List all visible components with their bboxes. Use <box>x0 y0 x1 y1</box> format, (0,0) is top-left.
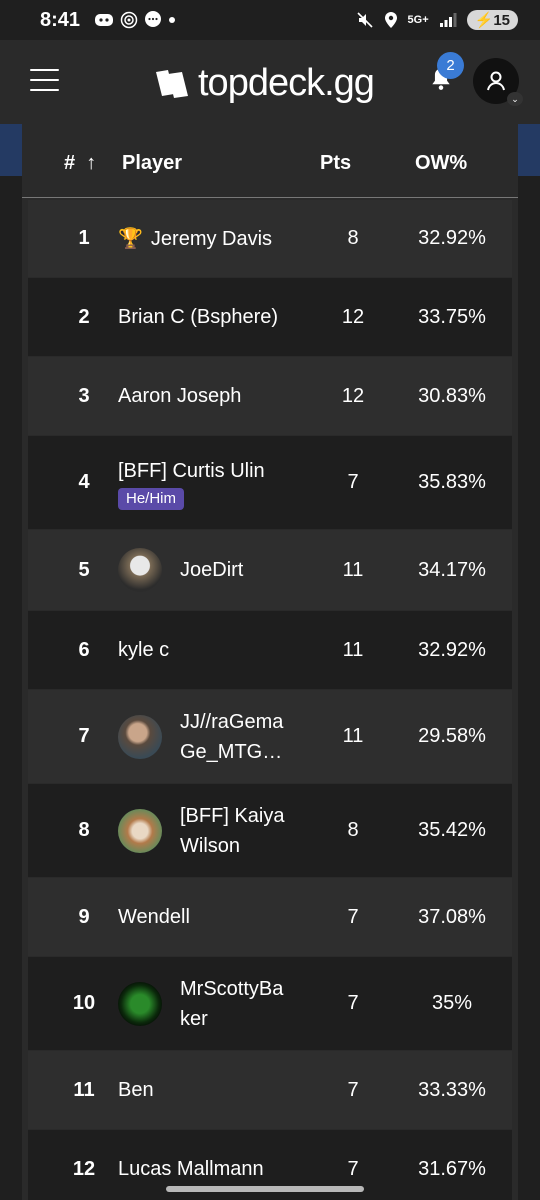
player-name-line1[interactable]: [BFF] Kaiya <box>180 801 284 831</box>
topdeck-logo-icon <box>156 69 188 98</box>
row-ow: 33.33% <box>418 1078 486 1101</box>
table-row[interactable]: 4 [BFF] Curtis Ulin He/Him 7 35.83% <box>28 436 512 529</box>
player-name[interactable]: kyle c <box>118 635 169 665</box>
player-name-line2[interactable]: ker <box>180 1004 283 1034</box>
side-band-right <box>518 124 540 176</box>
network-label: 5G+ <box>407 14 429 26</box>
row-pts: 11 <box>342 638 364 661</box>
dot-icon <box>169 17 176 23</box>
row-pts: 7 <box>347 471 359 493</box>
battery-indicator: ⚡15 <box>466 10 518 30</box>
column-ow[interactable]: OW% <box>415 152 467 175</box>
table-row[interactable]: 5 JoeDirt 11 34.17% <box>28 530 512 610</box>
logo[interactable]: topdeck.gg <box>154 62 375 105</box>
column-player[interactable]: Player <box>122 152 182 175</box>
player-name[interactable]: Ben <box>118 1075 154 1105</box>
table-row[interactable]: 1 🏆 Jeremy Davis 8 32.92% <box>28 200 512 277</box>
avatar[interactable] <box>118 548 162 592</box>
player-name[interactable]: Wendell <box>118 902 190 932</box>
row-pts: 7 <box>347 905 359 928</box>
player-name-line2[interactable]: Ge_MTG… <box>180 737 283 767</box>
player-name-line2[interactable]: Wilson <box>180 831 284 861</box>
row-ow: 35% <box>431 992 473 1014</box>
player-name-line1[interactable]: MrScottyBa <box>180 974 283 1004</box>
row-pts: 8 <box>347 227 359 249</box>
table-row[interactable]: 11 Ben 7 33.33% <box>28 1051 512 1129</box>
table-row[interactable]: 10 MrScottyBa ker 7 35% <box>28 957 512 1050</box>
broadcast-icon <box>120 11 138 29</box>
row-rank: 5 <box>78 558 90 581</box>
row-ow: 29.58% <box>418 725 486 747</box>
row-rank: 2 <box>78 305 90 328</box>
menu-icon[interactable] <box>30 69 59 91</box>
location-icon <box>384 12 397 28</box>
row-rank: 7 <box>78 725 90 747</box>
row-ow: 30.83% <box>418 384 486 407</box>
column-rank[interactable]: # ↑ <box>64 152 96 175</box>
avatar[interactable] <box>118 808 162 853</box>
player-name-line1[interactable]: JJ//raGema <box>180 707 283 737</box>
discord-icon <box>95 14 114 26</box>
message-icon <box>145 11 162 27</box>
standings-table: # ↑ Player Pts OW% 1 🏆 Jeremy Davis 8 32.… <box>22 124 518 1200</box>
user-icon <box>487 71 505 91</box>
row-pts: 12 <box>341 305 365 328</box>
avatar[interactable] <box>118 714 162 759</box>
row-ow: 31.67% <box>418 1157 486 1180</box>
pronoun-badge: He/Him <box>118 487 185 510</box>
player-name[interactable]: Lucas Mallmann <box>118 1154 264 1184</box>
table-row[interactable]: 8 [BFF] Kaiya Wilson 8 35.42% <box>28 784 512 877</box>
player-name[interactable]: Brian C (Bsphere) <box>118 302 278 332</box>
row-rank: 8 <box>78 819 90 841</box>
column-pts[interactable]: Pts <box>320 152 351 175</box>
row-rank: 4 <box>78 471 90 493</box>
logo-text: topdeck.gg <box>198 62 375 104</box>
status-time: 8:41 <box>40 8 81 31</box>
trophy-icon: 🏆 <box>118 227 143 250</box>
player-name[interactable]: Aaron Joseph <box>118 381 241 411</box>
home-indicator[interactable] <box>166 1186 364 1192</box>
table-row[interactable]: 2 Brian C (Bsphere) 12 33.75% <box>28 278 512 356</box>
row-pts: 11 <box>342 558 364 581</box>
row-ow: 32.92% <box>418 638 486 661</box>
player-name[interactable]: [BFF] Curtis Ulin <box>118 456 265 486</box>
row-pts: 7 <box>347 992 359 1014</box>
row-rank: 6 <box>78 638 90 661</box>
row-ow: 32.92% <box>418 227 486 249</box>
top-navbar: topdeck.gg <box>0 40 540 124</box>
row-rank: 11 <box>73 1078 95 1101</box>
avatar[interactable] <box>118 981 162 1026</box>
row-pts: 12 <box>341 384 365 407</box>
table-row[interactable]: 9 Wendell 7 37.08% <box>28 878 512 956</box>
side-band-left <box>0 124 22 176</box>
row-ow: 35.83% <box>418 471 486 493</box>
row-rank: 9 <box>78 905 90 928</box>
mute-icon <box>356 12 373 28</box>
player-name[interactable]: Jeremy Davis <box>151 224 272 254</box>
row-ow: 33.75% <box>418 305 486 328</box>
table-row[interactable]: 3 Aaron Joseph 12 30.83% <box>28 357 512 435</box>
sort-arrow-icon[interactable]: ↑ <box>86 152 96 174</box>
row-pts: 11 <box>342 725 364 747</box>
notification-count-badge[interactable]: 2 <box>437 52 464 79</box>
player-name[interactable]: JoeDirt <box>180 555 243 585</box>
chevron-down-icon[interactable]: ⌄ <box>507 92 523 106</box>
row-pts: 7 <box>347 1078 359 1101</box>
row-rank: 1 <box>78 227 90 249</box>
table-row[interactable]: 6 kyle c 11 32.92% <box>28 611 512 689</box>
status-bar: 8:41 5G+ ⚡15 <box>0 0 540 40</box>
row-pts: 8 <box>347 819 359 841</box>
signal-icon <box>439 13 457 27</box>
battery-level: 15 <box>493 12 510 29</box>
row-rank: 3 <box>78 384 90 407</box>
table-header: # ↑ Player Pts OW% <box>22 124 518 198</box>
row-pts: 7 <box>347 1157 359 1180</box>
row-ow: 37.08% <box>418 905 486 928</box>
table-row[interactable]: 7 JJ//raGema Ge_MTG… 11 29.58% <box>28 690 512 783</box>
row-ow: 34.17% <box>418 558 486 581</box>
row-rank: 10 <box>72 992 96 1014</box>
row-ow: 35.42% <box>418 819 486 841</box>
battery-bolt-icon: ⚡ <box>474 12 494 29</box>
row-rank: 12 <box>72 1157 96 1180</box>
